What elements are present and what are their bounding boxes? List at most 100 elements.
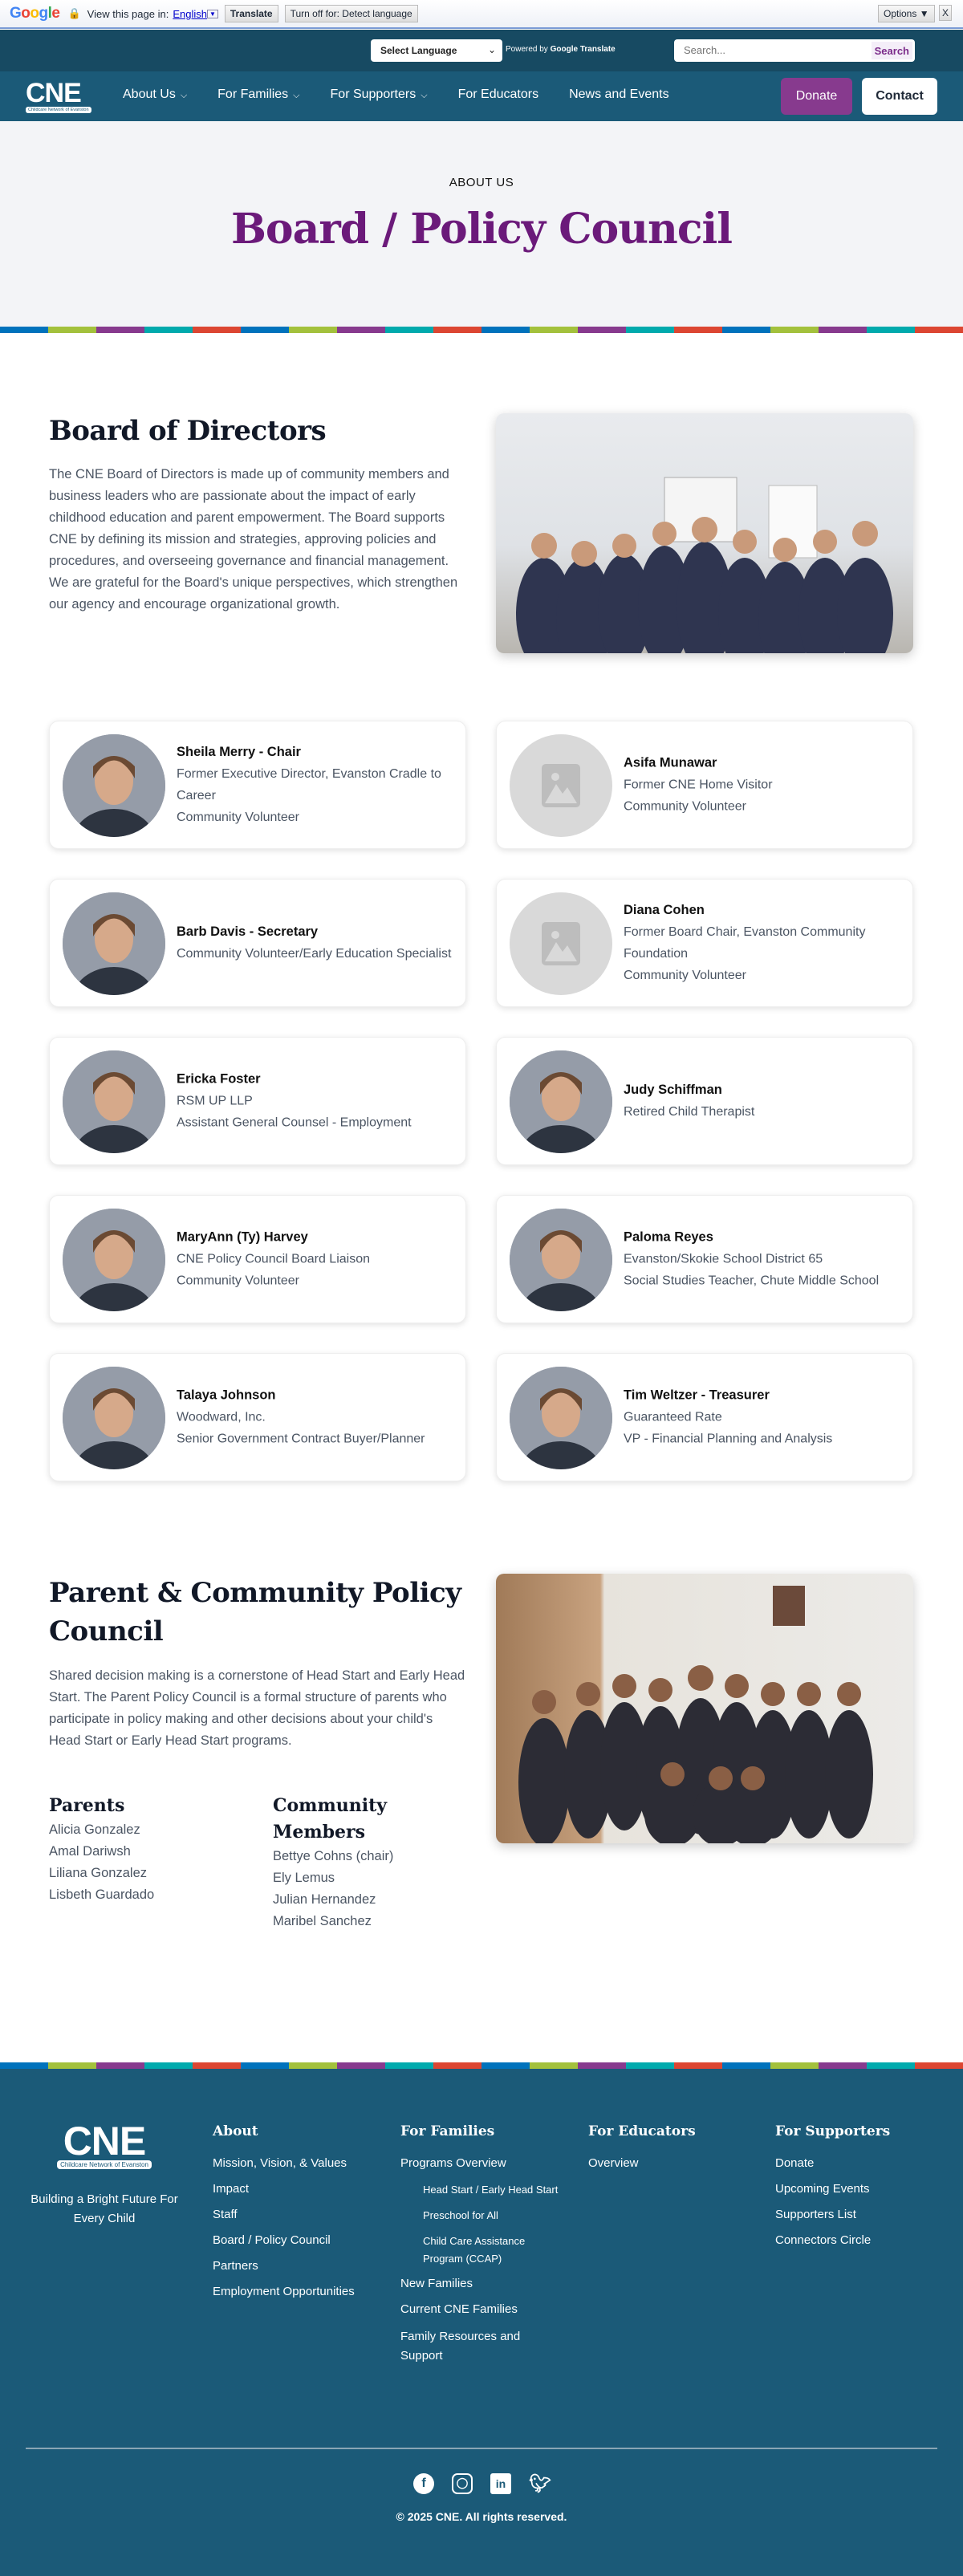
- donate-button[interactable]: Donate: [781, 78, 852, 115]
- translate-button[interactable]: Translate: [224, 5, 278, 22]
- member-photo: [63, 1050, 165, 1153]
- copyright: © 2025 CNE. All rights reserved.: [396, 2510, 567, 2523]
- nav-about-us[interactable]: About Us ⌵: [123, 87, 187, 102]
- member-detail: Community Volunteer: [624, 969, 746, 982]
- nav-for-educators[interactable]: For Educators: [458, 87, 538, 102]
- board-member-card: Barb Davis - Secretary Community Voluntee…: [49, 879, 466, 1007]
- member-info: Asifa Munawar Former CNE Home Visitor Comm…: [624, 753, 903, 818]
- member-detail: CNE Policy Council Board Liaison: [177, 1252, 370, 1266]
- instagram-icon[interactable]: ◯: [452, 2473, 473, 2494]
- footer-link[interactable]: Connectors Circle: [775, 2233, 890, 2248]
- language-link[interactable]: English: [173, 8, 207, 20]
- board-member-card: Talaya Johnson Woodward, Inc. Senior Gover…: [49, 1353, 466, 1481]
- stripe-segment: [289, 327, 337, 333]
- member-detail: Woodward, Inc.: [177, 1410, 266, 1424]
- color-stripe: [0, 327, 963, 333]
- stripe-segment: [96, 2062, 144, 2069]
- utility-bar: Select Language ⌄ Powered by Google Trans…: [0, 30, 963, 71]
- member-photo: [63, 1209, 165, 1311]
- footer-heading: For Families: [400, 2123, 495, 2139]
- main-nav: CNE Childcare Network of Evanston About U…: [0, 71, 963, 121]
- language-dropdown-icon[interactable]: ▼: [206, 9, 218, 18]
- footer-link-current-families[interactable]: Current CNE Families: [400, 2302, 561, 2317]
- footer-link[interactable]: Staff: [213, 2207, 355, 2222]
- close-button[interactable]: X: [939, 5, 953, 21]
- stripe-segment: [722, 327, 770, 333]
- logo-text: CNE: [63, 2119, 147, 2164]
- footer-link-ccap[interactable]: Child Care Assistance Program (CCAP): [423, 2233, 561, 2268]
- footer-link[interactable]: Donate: [775, 2155, 890, 2171]
- stripe-segment: [241, 327, 289, 333]
- nav-label: About Us: [123, 87, 176, 101]
- group-photo-image: [516, 477, 893, 653]
- parent-name: Liliana Gonzalez: [49, 1866, 147, 1880]
- footer-link[interactable]: Partners: [213, 2258, 355, 2273]
- nav-news-events[interactable]: News and Events: [569, 87, 669, 102]
- options-button[interactable]: Options ▼: [878, 5, 935, 22]
- member-detail: Former Board Chair, Evanston Community F…: [624, 925, 866, 961]
- stripe-segment: [867, 327, 915, 333]
- member-name: Judy Schiffman: [624, 1083, 722, 1097]
- footer-link[interactable]: Upcoming Events: [775, 2181, 890, 2196]
- stripe-segment: [482, 2062, 530, 2069]
- board-member-card: MaryAnn (Ty) Harvey CNE Policy Council Bo…: [49, 1195, 466, 1323]
- stripe-segment: [770, 327, 819, 333]
- stripe-segment: [530, 2062, 578, 2069]
- footer-link[interactable]: Mission, Vision, & Values: [213, 2155, 355, 2171]
- footer-link[interactable]: Supporters List: [775, 2207, 890, 2222]
- member-photo: [63, 892, 165, 995]
- council-intro: Parent & Community Policy Council Shared…: [49, 1574, 466, 1752]
- parent-name: Amal Dariwsh: [49, 1844, 131, 1859]
- nav-for-supporters[interactable]: For Supporters ⌵: [331, 87, 428, 102]
- member-detail: Evanston/Skokie School District 65: [624, 1252, 823, 1266]
- footer-link-new-families[interactable]: New Families: [400, 2276, 561, 2291]
- linkedin-icon[interactable]: in: [490, 2473, 511, 2494]
- turn-off-button[interactable]: Turn off for: Detect language: [284, 5, 418, 22]
- board-title: Board of Directors: [49, 415, 327, 447]
- stripe-segment: [241, 2062, 289, 2069]
- chevron-down-icon: ⌵: [293, 91, 300, 100]
- stripe-segment: [48, 327, 96, 333]
- footer-logo[interactable]: CNE Childcare Network of Evanston: [57, 2119, 152, 2169]
- footer-families: For Families Programs Overview Head Star…: [400, 2123, 561, 2376]
- footer-link[interactable]: Employment Opportunities: [213, 2284, 355, 2299]
- footer-heading: About: [213, 2123, 258, 2139]
- council-description: Shared decision making is a cornerstone …: [49, 1668, 465, 1748]
- search-input[interactable]: [684, 44, 860, 56]
- language-select[interactable]: Select Language ⌄: [371, 39, 502, 62]
- footer-link[interactable]: Board / Policy Council: [213, 2233, 355, 2248]
- footer-link-head-start[interactable]: Head Start / Early Head Start: [423, 2181, 561, 2199]
- stripe-segment: [482, 327, 530, 333]
- lock-icon: 🔒: [67, 7, 81, 19]
- contact-button[interactable]: Contact: [862, 78, 937, 115]
- member-name: Talaya Johnson: [177, 1388, 276, 1403]
- footer-link-programs-overview[interactable]: Programs Overview: [400, 2155, 561, 2171]
- image-placeholder-icon: [510, 892, 612, 995]
- footer-link-preschool[interactable]: Preschool for All: [423, 2207, 561, 2225]
- cne-logo[interactable]: CNE Childcare Network of Evanston: [26, 79, 91, 113]
- member-detail: Senior Government Contract Buyer/Planner: [177, 1432, 425, 1446]
- google-translate-brand: Google Translate: [550, 45, 616, 54]
- facebook-icon[interactable]: f: [413, 2473, 434, 2494]
- community-list: Community Members Bettye Cohns (chair) El…: [273, 1793, 465, 1932]
- member-photo: [63, 734, 165, 837]
- footer-link[interactable]: Impact: [213, 2181, 355, 2196]
- member-name: Tim Weltzer - Treasurer: [624, 1388, 770, 1403]
- footer-heading: For Educators: [588, 2123, 696, 2139]
- footer-link-family-resources[interactable]: Family Resources and Support: [400, 2327, 561, 2366]
- nav-for-families[interactable]: For Families ⌵: [217, 87, 299, 102]
- google-translate-bar: Google 🔒 View this page in: English ▼ Tra…: [0, 0, 963, 29]
- member-detail: Community Volunteer/Early Education Spec…: [177, 947, 452, 961]
- board-member-card: Ericka Foster RSM UP LLP Assistant General…: [49, 1037, 466, 1165]
- twitter-icon[interactable]: 🐦︎: [529, 2473, 551, 2494]
- board-member-card: Paloma Reyes Evanston/Skokie School Distr…: [496, 1195, 913, 1323]
- member-name: Paloma Reyes: [624, 1229, 713, 1245]
- footer-link[interactable]: Overview: [588, 2155, 696, 2171]
- council-title: Parent & Community Policy Council: [49, 1577, 461, 1648]
- member-info: Talaya Johnson Woodward, Inc. Senior Gover…: [177, 1385, 456, 1450]
- search-button[interactable]: Search: [871, 42, 912, 59]
- chevron-down-icon: ⌄: [487, 44, 496, 55]
- member-name: Asifa Munawar: [624, 755, 717, 770]
- color-stripe: [0, 2062, 963, 2069]
- stripe-segment: [48, 2062, 96, 2069]
